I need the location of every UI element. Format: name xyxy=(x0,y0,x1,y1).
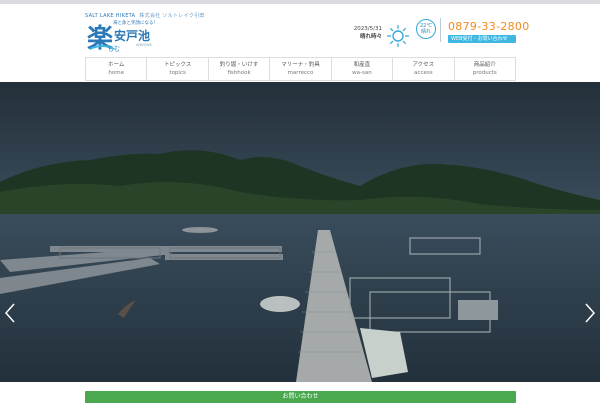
brand-tagline: SALT LAKE HIKETA 株式会社 ソルトレイク引田 xyxy=(85,12,205,19)
slider-next-arrow-icon[interactable] xyxy=(583,302,597,324)
nav-item-marrecco[interactable]: マリーナ・釣具 marrecco xyxy=(270,58,332,80)
logo-small-text: ANDOIKE xyxy=(136,43,153,47)
nav-label-en: marrecco xyxy=(287,70,314,76)
brand-tagline-sub: 株式会社 ソルトレイク引田 xyxy=(139,13,205,19)
nav-item-topics[interactable]: トピックス topics xyxy=(147,58,209,80)
svg-text:しむ: しむ xyxy=(108,46,120,53)
nav-label-jp: トピックス xyxy=(163,62,192,68)
logo-text: 安戸池 xyxy=(114,29,151,43)
phone-number[interactable]: 0879-33-2800 xyxy=(448,20,530,33)
weather-date: 2023/5/31 xyxy=(353,26,382,32)
nav-item-products[interactable]: 商品紹介 products xyxy=(455,58,515,80)
nav-item-wa-san[interactable]: 和産直 wa-san xyxy=(332,58,394,80)
nav-item-home[interactable]: ホーム home xyxy=(86,58,148,80)
nav-label-jp: 釣り堀・いけす xyxy=(219,62,259,68)
nav-label-en: topics xyxy=(169,70,186,76)
nav-label-jp: ホーム xyxy=(108,62,125,68)
weather-date-box: 2023/5/31 晴れ時々 xyxy=(340,25,382,41)
sun-icon xyxy=(386,24,410,48)
brand-tagline-en: SALT LAKE HIKETA xyxy=(85,13,136,19)
web-inquiry-button[interactable]: WEB受付・お問い合わせ xyxy=(448,35,516,43)
nav-label-jp: 和産直 xyxy=(353,62,371,68)
nav-label-en: products xyxy=(472,70,497,76)
nav-label-en: wa-san xyxy=(352,70,372,76)
temperature-badge: 22℃ 晴れ xyxy=(416,19,436,39)
nav-item-fishhook[interactable]: 釣り堀・いけす fishhook xyxy=(209,58,271,80)
nav-label-en: fishhook xyxy=(227,70,251,76)
nav-item-access[interactable]: アクセス access xyxy=(393,58,455,80)
temperature-sub: 晴れ xyxy=(420,29,431,35)
cta-button[interactable]: お問い合わせ xyxy=(85,391,516,403)
site-logo[interactable]: 楽 しむ 海と魚と笑顔になる！ 安戸池 ANDOIKE xyxy=(86,21,176,54)
nav-label-jp: アクセス xyxy=(412,62,435,68)
site-header: SALT LAKE HIKETA 株式会社 ソルトレイク引田 楽 しむ 海と魚と笑… xyxy=(0,4,600,56)
nav-label-jp: 商品紹介 xyxy=(473,62,496,68)
weather-condition: 晴れ時々 xyxy=(359,34,382,40)
nav-label-en: access xyxy=(414,70,433,76)
main-nav: ホーム home トピックス topics 釣り堀・いけす fishhook マ… xyxy=(85,57,516,81)
header-divider xyxy=(440,18,441,42)
slider-prev-arrow-icon[interactable] xyxy=(3,302,17,324)
nav-label-jp: マリーナ・釣具 xyxy=(281,62,320,68)
hero-slider xyxy=(0,82,600,382)
nav-label-en: home xyxy=(108,70,124,76)
logo-slogan: 海と魚と笑顔になる！ xyxy=(113,21,158,26)
hero-image xyxy=(0,82,600,382)
